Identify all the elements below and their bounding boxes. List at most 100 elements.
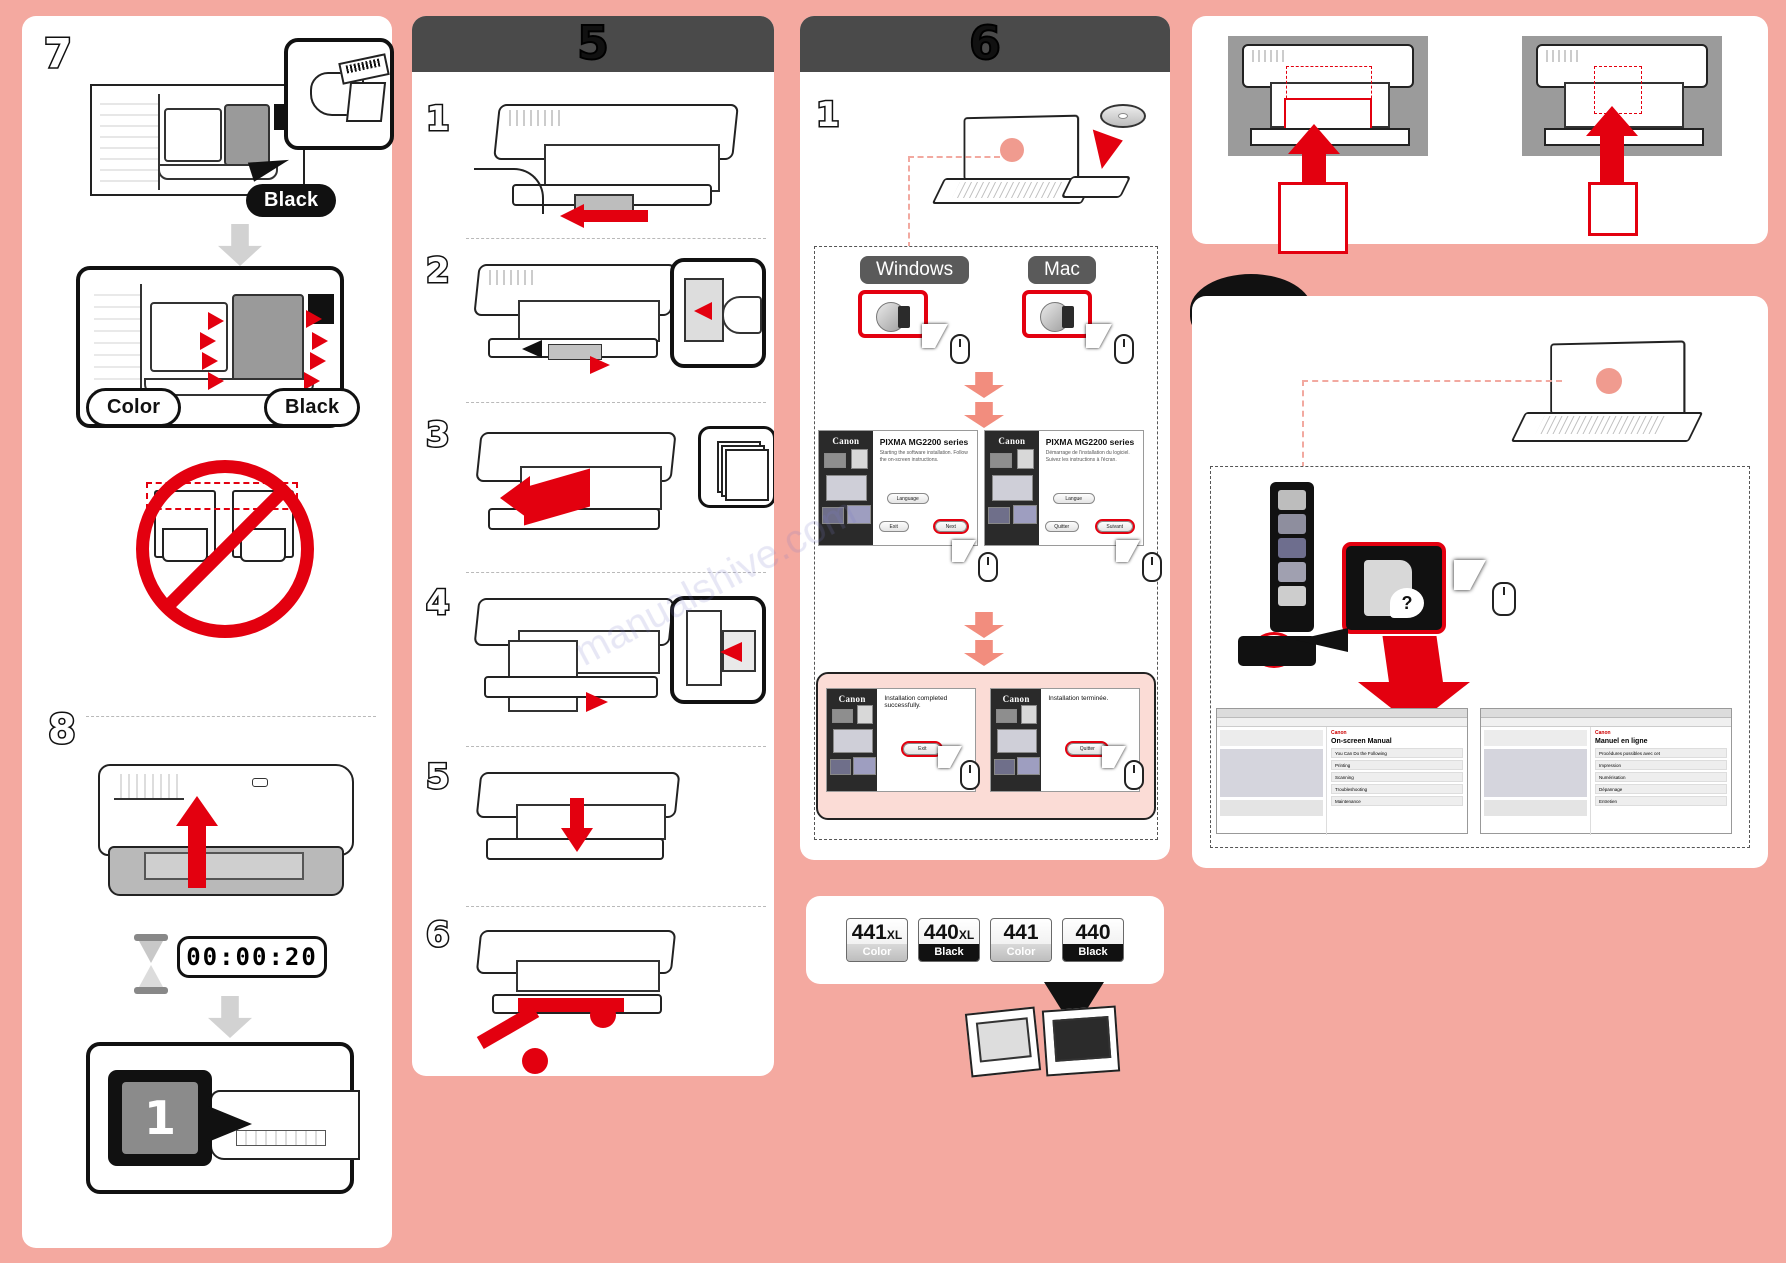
section6-header: 6 bbox=[800, 16, 1170, 72]
dialog-subtitle: Starting the software installation. Foll… bbox=[879, 450, 968, 463]
setup-cd-rom-icon bbox=[1100, 104, 1146, 128]
manual-brand: Canon bbox=[1595, 730, 1611, 736]
thumb bbox=[822, 507, 844, 524]
dialog-sidebar: Canon bbox=[819, 431, 873, 545]
manual-menu-item[interactable]: Procédures possibles avec cet bbox=[1595, 748, 1727, 758]
manual-content: Canon On-screen Manual You Can Do the Fo… bbox=[1327, 727, 1467, 835]
windows-complete-dialog[interactable]: Canon Installation completed successfull… bbox=[826, 688, 976, 792]
guide-page: 7 Black Color Black 8 00:00:20 1 5 1 2 3… bbox=[0, 0, 1786, 1263]
canon-logo: Canon bbox=[832, 436, 860, 446]
ink-type: Color bbox=[991, 944, 1051, 961]
ink-cartridge-box-icon bbox=[1041, 1005, 1121, 1077]
ink-cartridge-440-black: 440 Black bbox=[1062, 918, 1124, 962]
dialog-sidebar: Canon bbox=[991, 689, 1042, 791]
manual-menu-item[interactable]: Printing bbox=[1331, 760, 1463, 770]
thumb bbox=[853, 757, 876, 775]
panel-digit: 1 bbox=[143, 1091, 176, 1145]
toolbar bbox=[1481, 718, 1731, 727]
mac-complete-dialog[interactable]: Canon Installation terminée. Quitter bbox=[990, 688, 1140, 792]
letter-paper-sheet-icon bbox=[1278, 182, 1348, 254]
on-screen-manual-panel: ? Canon On-screen Manual You Can Do the … bbox=[1192, 296, 1768, 868]
dialog-sidebar: Canon bbox=[827, 689, 878, 791]
windows-cursor-icon bbox=[922, 324, 948, 348]
ink-cartridge-numbers-box: 441XL Color 440XL Black 441 Color 440 Bl… bbox=[806, 896, 1164, 984]
insert-arrow-icon bbox=[1600, 134, 1624, 184]
manual-menu-item[interactable]: Entretien bbox=[1595, 796, 1727, 806]
mac-cd-highlight[interactable] bbox=[1022, 290, 1092, 338]
align-paper-guide-icon bbox=[462, 596, 688, 726]
manual-window-french[interactable]: Canon Manuel en ligne Procédures possibl… bbox=[1480, 708, 1732, 835]
column1-panel: 7 Black Color Black 8 00:00:20 1 bbox=[22, 16, 394, 1248]
mouse-icon bbox=[1142, 552, 1162, 582]
open-output-tray-icon bbox=[464, 770, 700, 888]
manual-brand: Canon bbox=[1331, 730, 1347, 736]
on-screen-manual-icon[interactable]: ? bbox=[1342, 542, 1446, 634]
step8-number: 8 bbox=[47, 707, 78, 753]
button-label: Quitter bbox=[1054, 523, 1070, 530]
windows-installer-dialog[interactable]: Canon PIXMA MG2200 series Starting the s… bbox=[818, 430, 978, 546]
manual-icon-leader bbox=[1296, 628, 1348, 652]
down-arrow-icon bbox=[208, 996, 252, 1038]
dialog-title: PIXMA MG2200 series bbox=[1045, 437, 1135, 447]
small-paper-sheet-icon bbox=[1588, 182, 1638, 236]
install-badge-icon bbox=[898, 306, 910, 328]
cartridge-holder-illustration bbox=[90, 84, 305, 196]
canon-logo: Canon bbox=[998, 436, 1026, 446]
button-label: Next bbox=[945, 523, 956, 530]
language-button[interactable]: Language bbox=[886, 493, 929, 504]
connector-line-vertical bbox=[1302, 380, 1304, 468]
toolbar bbox=[1217, 718, 1467, 727]
thumb bbox=[833, 729, 873, 753]
title-bar bbox=[1217, 709, 1467, 718]
quit-button[interactable]: Quitter bbox=[1044, 521, 1079, 532]
ink-cartridge-441xl-color: 441XL Color bbox=[846, 918, 908, 962]
paper-stack-inset bbox=[698, 426, 774, 508]
windows-cd-highlight[interactable] bbox=[858, 290, 928, 338]
ink-number: 441XL bbox=[851, 921, 903, 944]
next-button[interactable]: Suivant bbox=[1094, 519, 1135, 534]
insert-arrow-head bbox=[1288, 124, 1340, 154]
manual-menu-item[interactable]: Impression bbox=[1595, 760, 1727, 770]
next-button[interactable]: Next bbox=[932, 519, 969, 534]
callout-black-top: Black bbox=[246, 184, 337, 217]
manual-menu-item[interactable]: Dépannage bbox=[1595, 784, 1727, 794]
section-number: 6 bbox=[968, 16, 1002, 71]
ink-number: 440XL bbox=[923, 921, 975, 944]
os-label: Mac bbox=[1028, 256, 1096, 284]
thumb bbox=[830, 759, 851, 775]
dialog-body: PIXMA MG2200 series Démarrage de l'insta… bbox=[1038, 431, 1143, 545]
insert-arrow-icon bbox=[1302, 150, 1326, 184]
manual-menu-item[interactable]: Scanning bbox=[1331, 772, 1463, 782]
dialog-title: PIXMA MG2200 series bbox=[879, 437, 969, 447]
cd-slot bbox=[1060, 176, 1132, 198]
timer-display: 00:00:20 bbox=[177, 936, 327, 978]
button-label: Language bbox=[896, 495, 919, 502]
language-button[interactable]: Langue bbox=[1052, 493, 1095, 504]
thumb bbox=[994, 759, 1015, 775]
mouse-icon bbox=[978, 552, 998, 582]
manual-title: Manuel en ligne bbox=[1595, 738, 1648, 745]
manual-menu-item[interactable]: Numérisation bbox=[1595, 772, 1727, 782]
mac-cursor-icon bbox=[1086, 324, 1112, 348]
manual-window-english[interactable]: Canon On-screen Manual You Can Do the Fo… bbox=[1216, 708, 1468, 835]
exit-button[interactable]: Exit bbox=[901, 741, 944, 757]
windows-badge: Windows bbox=[860, 256, 970, 284]
exit-button[interactable]: Exit bbox=[878, 521, 909, 532]
windows-next-cursor-icon bbox=[952, 540, 976, 562]
manual-sidebar bbox=[1481, 727, 1591, 835]
hand-holding-cartridge-icon bbox=[284, 38, 394, 150]
install-badge-icon bbox=[1062, 306, 1074, 328]
mac-installer-dialog[interactable]: Canon PIXMA MG2200 series Démarrage de l… bbox=[984, 430, 1144, 546]
manual-menu-item[interactable]: You Can Do the Following bbox=[1331, 748, 1463, 758]
open-manual-arrow-icon bbox=[1382, 636, 1444, 686]
manual-menu-item[interactable]: Maintenance bbox=[1331, 796, 1463, 806]
thumb bbox=[824, 453, 846, 468]
mac-badge: Mac bbox=[1028, 256, 1096, 284]
manual-menu-item[interactable]: Troubleshooting bbox=[1331, 784, 1463, 794]
windows-exit-cursor-icon bbox=[938, 746, 962, 768]
mouse-icon bbox=[1124, 760, 1144, 790]
panel-display: 1 bbox=[108, 1070, 212, 1166]
prohibition-sign-icon bbox=[136, 460, 314, 638]
slide-paper-guide-icon bbox=[462, 260, 682, 384]
load-paper-stack-icon bbox=[464, 428, 684, 554]
